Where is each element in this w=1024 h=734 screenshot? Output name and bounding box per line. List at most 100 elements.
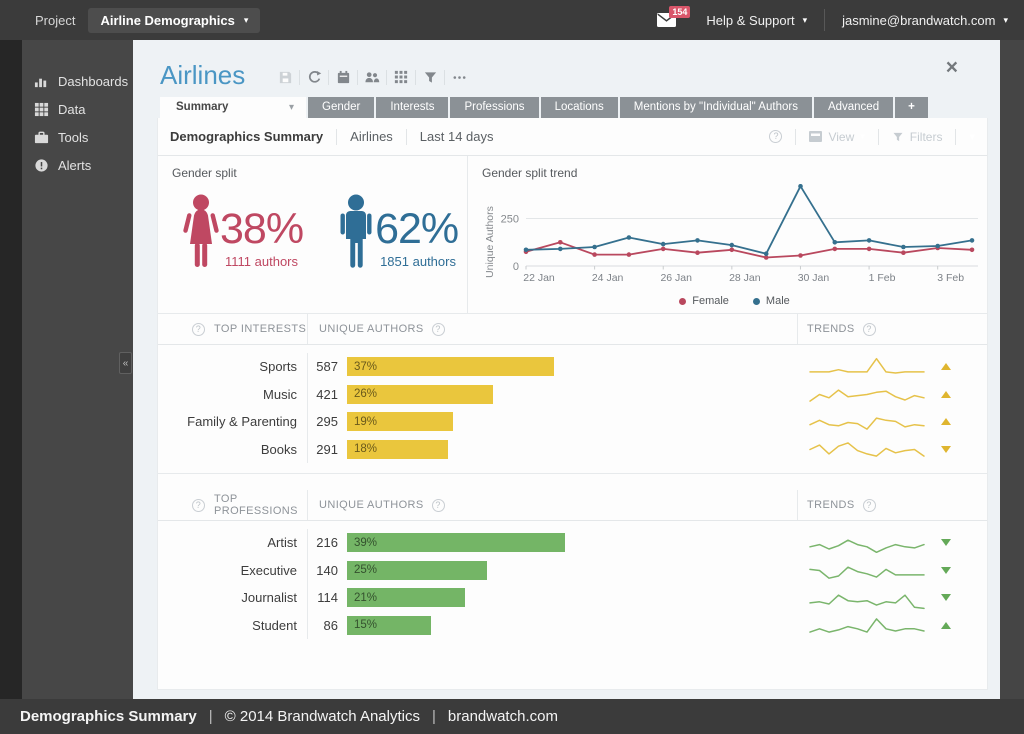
- male-icon: [337, 194, 375, 270]
- sidebar-item-dashboards[interactable]: Dashboards: [22, 68, 133, 95]
- trend-arrow-icon: [941, 363, 951, 370]
- filters-menu[interactable]: Filters: [892, 130, 943, 144]
- trend-arrow-icon: [941, 622, 951, 629]
- filter-button[interactable]: [416, 66, 444, 88]
- component-dashboard-name: Airlines: [350, 129, 393, 144]
- gender-trend-title: Gender split trend: [482, 166, 987, 180]
- bar-chart-icon: [34, 74, 49, 89]
- female-stat: 38% 1111 authors: [182, 194, 303, 270]
- unique-authors-header: UNIQUE AUTHORS: [319, 499, 424, 511]
- mail-button[interactable]: 154: [657, 13, 676, 27]
- sidebar-collapse-handle[interactable]: «: [119, 352, 132, 374]
- male-authors: 1851 authors: [375, 254, 458, 269]
- svg-text:250: 250: [501, 214, 519, 226]
- grid-icon: [34, 102, 49, 117]
- top-professions-section: ? TOP PROFESSIONS UNIQUE AUTHORS ? TREND…: [158, 490, 987, 649]
- expand-chevron-icon[interactable]: ▾: [969, 130, 975, 143]
- svg-text:22 Jan: 22 Jan: [523, 272, 555, 284]
- sidebar-item-data[interactable]: Data: [22, 96, 133, 123]
- share-users-button[interactable]: [358, 66, 386, 88]
- users-icon: [364, 70, 380, 85]
- right-edge-rail: [1000, 40, 1024, 699]
- table-row: Music 421 26%: [158, 381, 987, 409]
- tab-professions[interactable]: Professions: [450, 97, 538, 118]
- grid-icon: [394, 70, 408, 84]
- tab-locations[interactable]: Locations: [541, 97, 618, 118]
- chevron-down-icon: ▾: [289, 102, 294, 113]
- footer-bar: Demographics Summary | © 2014 Brandwatch…: [0, 699, 1024, 734]
- trend-arrow-icon: [941, 446, 951, 453]
- footer-copyright: © 2014 Brandwatch Analytics: [225, 708, 420, 725]
- view-menu[interactable]: View ▾: [809, 130, 864, 144]
- percent-bar: 15%: [347, 616, 431, 635]
- help-icon[interactable]: ?: [863, 323, 876, 336]
- help-icon[interactable]: ?: [432, 499, 445, 512]
- sidebar-item-alerts[interactable]: Alerts: [22, 152, 133, 179]
- percent-bar: 19%: [347, 412, 453, 431]
- table-row: Books 291 18%: [158, 436, 987, 464]
- summary-card: Demographics Summary Airlines Last 14 da…: [157, 118, 988, 690]
- sidebar-item-label: Alerts: [58, 158, 91, 173]
- gender-trend-panel: Gender split trend 250 0 Unique Authors 22 …: [468, 156, 987, 313]
- legend-female: Female: [679, 295, 729, 307]
- schedule-button[interactable]: [329, 66, 357, 88]
- percent-bar: 18%: [347, 440, 448, 459]
- legend-male: Male: [753, 295, 790, 307]
- main-area: « Airlines: [133, 40, 1000, 699]
- gender-trend-chart: 2500Unique Authors22 Jan24 Jan26 Jan28 J…: [482, 184, 982, 288]
- professions-header-row: ? TOP PROFESSIONS UNIQUE AUTHORS ? TREND…: [158, 490, 987, 521]
- sparkline: [807, 409, 927, 435]
- footer-site-link[interactable]: brandwatch.com: [448, 708, 558, 725]
- svg-text:Unique Authors: Unique Authors: [484, 206, 496, 278]
- help-icon[interactable]: ?: [863, 499, 876, 512]
- project-name: Airline Demographics: [100, 13, 234, 28]
- sidebar-item-label: Dashboards: [58, 74, 128, 89]
- percent-bar: 21%: [347, 588, 465, 607]
- mail-count-badge: 154: [669, 6, 690, 18]
- chevron-down-icon: ▾: [244, 15, 249, 26]
- filter-icon: [892, 131, 904, 143]
- sparkline: [807, 354, 927, 380]
- tab-mentions[interactable]: Mentions by "Individual" Authors: [620, 97, 812, 118]
- percent-bar: 39%: [347, 533, 565, 552]
- filter-icon: [423, 70, 438, 85]
- help-icon[interactable]: ?: [769, 130, 782, 143]
- help-icon[interactable]: ?: [192, 323, 205, 336]
- sidebar-item-tools[interactable]: Tools: [22, 124, 133, 151]
- professions-header: TOP PROFESSIONS: [214, 493, 307, 517]
- sparkline: [807, 436, 927, 462]
- help-icon[interactable]: ?: [432, 323, 445, 336]
- svg-text:3 Feb: 3 Feb: [937, 272, 964, 284]
- footer-page-title: Demographics Summary: [20, 708, 197, 725]
- svg-text:24 Jan: 24 Jan: [592, 272, 624, 284]
- tab-gender[interactable]: Gender: [308, 97, 374, 118]
- help-support-menu[interactable]: Help & Support ▾: [706, 13, 807, 28]
- male-legend-dot: [753, 298, 760, 305]
- percent-bar: 25%: [347, 561, 487, 580]
- left-edge-rail: [0, 40, 22, 699]
- layout-grid-button[interactable]: [387, 66, 415, 88]
- female-authors: 1111 authors: [220, 254, 303, 269]
- dashboard-header: Airlines: [133, 40, 1000, 97]
- help-icon[interactable]: ?: [192, 499, 205, 512]
- sidebar-item-label: Data: [58, 102, 85, 117]
- gender-section: Gender split: [158, 156, 987, 314]
- svg-text:0: 0: [513, 261, 519, 273]
- trend-arrow-icon: [941, 594, 951, 601]
- more-options-button[interactable]: [445, 66, 473, 88]
- tab-summary[interactable]: Summary ▾: [160, 97, 306, 118]
- refresh-button[interactable]: [300, 66, 328, 88]
- tab-advanced[interactable]: Advanced: [814, 97, 893, 118]
- save-button[interactable]: [271, 66, 299, 88]
- female-percent: 38%: [220, 208, 303, 251]
- table-row: Sports 587 37%: [158, 353, 987, 381]
- view-icon: [809, 131, 822, 142]
- percent-bar: 37%: [347, 357, 554, 376]
- save-icon: [278, 70, 293, 85]
- close-icon[interactable]: ×: [946, 57, 958, 78]
- workspace: Dashboards Data Tools Alerts « Airlines: [0, 40, 1024, 699]
- account-menu[interactable]: jasmine@brandwatch.com ▾: [842, 13, 1008, 28]
- project-selector[interactable]: Airline Demographics ▾: [88, 8, 260, 33]
- add-tab-button[interactable]: +: [895, 97, 928, 118]
- tab-interests[interactable]: Interests: [376, 97, 448, 118]
